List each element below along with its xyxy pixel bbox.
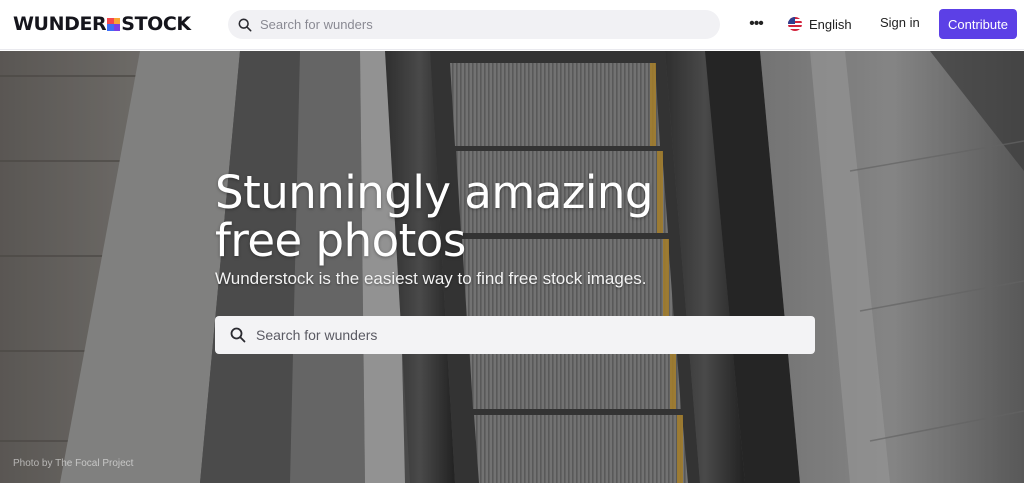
language-selector[interactable]: English (788, 14, 852, 34)
search-icon (238, 18, 252, 31)
hero-title-line1: Stunningly amazing (215, 166, 654, 219)
language-label: English (809, 16, 852, 32)
logo-text-right: STOCK (121, 13, 191, 35)
photo-credit-author-link[interactable]: The Focal Project (55, 458, 133, 469)
more-horizontal-icon: ••• (749, 15, 764, 32)
photo-credit: Photo by The Focal Project (13, 458, 133, 469)
sign-in-link[interactable]: Sign in (880, 15, 920, 30)
header-search-bar[interactable] (228, 10, 720, 39)
hero-content: Stunningly amazing free photos Wundersto… (215, 169, 815, 289)
hero-section: Stunningly amazing free photos Wundersto… (0, 51, 1024, 483)
search-icon (230, 327, 246, 343)
wunderstock-logo[interactable]: WUNDER STOCK (13, 11, 191, 37)
logo-text-left: WUNDER (13, 13, 107, 35)
hero-search-input[interactable] (256, 327, 815, 343)
hero-title: Stunningly amazing free photos (215, 169, 815, 265)
logo-mark-icon (107, 17, 121, 31)
header-search-input[interactable] (260, 17, 720, 32)
more-options-button[interactable]: ••• (745, 13, 767, 35)
photo-credit-prefix: Photo by (13, 458, 53, 469)
hero-title-line2: free photos (215, 214, 466, 267)
contribute-button[interactable]: Contribute (939, 9, 1017, 39)
us-flag-icon (788, 17, 802, 31)
hero-subtitle: Wunderstock is the easiest way to find f… (215, 269, 647, 288)
top-header: WUNDER STOCK ••• English Sign in Contrib… (0, 0, 1024, 50)
hero-search-bar[interactable] (215, 316, 815, 354)
